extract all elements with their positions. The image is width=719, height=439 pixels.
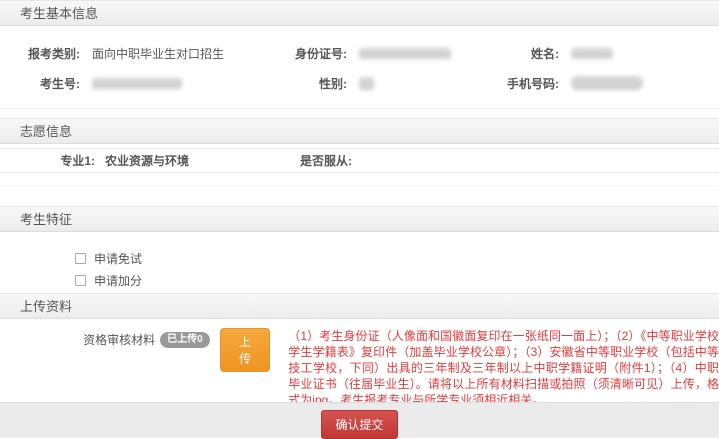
- apply-exemption-label: 申请免试: [94, 250, 142, 267]
- phone-label: 手机号码:: [501, 75, 559, 92]
- section-header-characteristics: 考生特征: [0, 206, 719, 232]
- exam-category-label: 报考类别:: [0, 45, 80, 62]
- phone-value-redacted: [571, 76, 643, 90]
- field-phone: 手机号码:: [501, 75, 719, 92]
- major-1-value: 农业资源与环境: [105, 152, 189, 169]
- uploaded-count-badge: 已上传0: [160, 332, 210, 348]
- characteristics-content: 申请免试 申请加分: [0, 232, 719, 293]
- preference-section: 志愿信息 专业1: 农业资源与环境 是否服从:: [0, 118, 719, 206]
- name-value-redacted: [571, 48, 613, 59]
- field-examinee-number: 考生号:: [0, 75, 283, 92]
- field-exam-category: 报考类别: 面向中职毕业生对口招生: [0, 45, 283, 62]
- field-obey-adjustment: 是否服从:: [300, 152, 352, 169]
- upload-instructions-text: （1）考生身份证（人像面和国徽面复印在一张纸同一面上）；（2）《中等职业学校学生…: [288, 328, 719, 408]
- section-header-basic-info: 考生基本信息: [0, 0, 719, 26]
- field-gender: 性别:: [283, 75, 501, 92]
- option-apply-bonus-points[interactable]: 申请加分: [75, 269, 719, 291]
- major-row-empty: [0, 173, 719, 186]
- section-title-characteristics: 考生特征: [20, 212, 72, 227]
- qualification-material-label: 资格审核材料: [0, 328, 155, 352]
- section-title-preference: 志愿信息: [20, 124, 72, 139]
- gender-label: 性别:: [283, 75, 347, 92]
- upload-button[interactable]: 上传: [220, 328, 271, 372]
- examinee-number-label: 考生号:: [0, 75, 80, 92]
- apply-bonus-points-checkbox[interactable]: [75, 275, 86, 286]
- section-title-upload: 上传资料: [20, 299, 72, 314]
- spacer: [0, 186, 719, 206]
- upload-content: 资格审核材料 已上传0 上传 （1）考生身份证（人像面和国徽面复印在一张纸同一面…: [0, 319, 719, 409]
- gender-value-redacted: [359, 77, 374, 90]
- confirm-submit-button[interactable]: 确认提交: [321, 410, 397, 439]
- section-header-upload: 上传资料: [0, 293, 719, 319]
- field-id-number: 身份证号:: [283, 45, 501, 62]
- footer-bar: 确认提交: [0, 402, 719, 438]
- examinee-number-value-redacted: [92, 78, 182, 89]
- section-header-preference: 志愿信息: [0, 118, 719, 144]
- obey-adjustment-label: 是否服从:: [300, 154, 352, 168]
- name-label: 姓名:: [501, 45, 559, 62]
- id-number-value-redacted: [359, 48, 451, 59]
- apply-bonus-points-label: 申请加分: [94, 272, 142, 289]
- apply-exemption-checkbox[interactable]: [75, 253, 86, 264]
- id-number-label: 身份证号:: [283, 45, 347, 62]
- field-name: 姓名:: [501, 45, 719, 62]
- section-title-basic-info: 考生基本信息: [20, 6, 98, 21]
- major-row: 专业1: 农业资源与环境 是否服从:: [0, 148, 719, 173]
- exam-category-value: 面向中职毕业生对口招生: [92, 45, 224, 62]
- major-1-label: 专业1:: [0, 152, 95, 169]
- basic-info-row-1: 报考类别: 面向中职毕业生对口招生 身份证号: 姓名:: [0, 38, 719, 68]
- basic-info-content: 报考类别: 面向中职毕业生对口招生 身份证号: 姓名: 考生号: 性别: 手机号…: [0, 26, 719, 109]
- basic-info-row-2: 考生号: 性别: 手机号码:: [0, 68, 719, 98]
- field-major-1: 专业1: 农业资源与环境: [0, 152, 300, 169]
- option-apply-exemption[interactable]: 申请免试: [75, 247, 719, 269]
